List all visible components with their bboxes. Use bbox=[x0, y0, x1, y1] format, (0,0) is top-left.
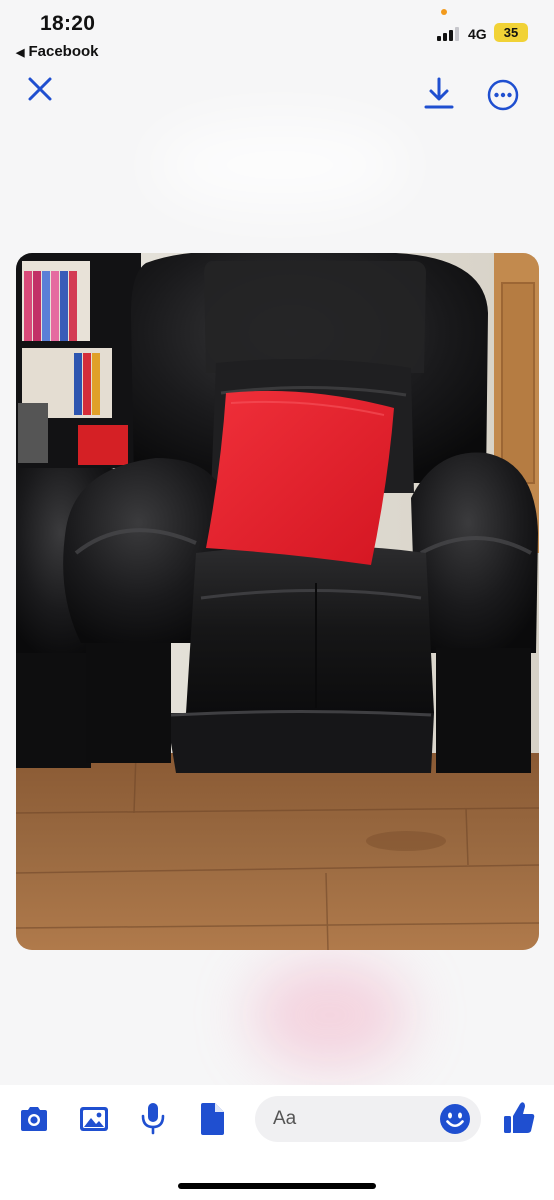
battery-indicator: 35 bbox=[494, 23, 528, 42]
microphone-icon[interactable] bbox=[139, 1101, 167, 1135]
document-icon[interactable] bbox=[198, 1102, 226, 1136]
back-triangle-icon: ◀ bbox=[16, 47, 25, 59]
photo-viewer-image[interactable] bbox=[16, 253, 539, 950]
like-icon[interactable] bbox=[502, 1100, 536, 1136]
background-blur bbox=[250, 960, 410, 1070]
camera-icon[interactable] bbox=[18, 1104, 50, 1134]
emoji-icon[interactable] bbox=[439, 1103, 471, 1135]
signal-icon bbox=[437, 25, 463, 41]
network-type: 4G bbox=[468, 26, 487, 42]
privacy-indicator bbox=[441, 9, 447, 15]
download-icon[interactable] bbox=[423, 76, 455, 110]
armchair-photo bbox=[16, 253, 539, 950]
background-blur bbox=[150, 120, 410, 210]
more-options-icon[interactable] bbox=[486, 78, 520, 112]
home-indicator bbox=[178, 1183, 376, 1189]
status-time: 18:20 bbox=[40, 12, 96, 35]
gallery-icon[interactable] bbox=[78, 1104, 110, 1134]
status-bar: 18:20 ◀ Facebook 4G 35 bbox=[0, 0, 554, 70]
back-to-app-link[interactable]: ◀ Facebook bbox=[16, 43, 99, 60]
back-app-label: Facebook bbox=[28, 43, 99, 60]
close-icon[interactable] bbox=[27, 76, 53, 102]
